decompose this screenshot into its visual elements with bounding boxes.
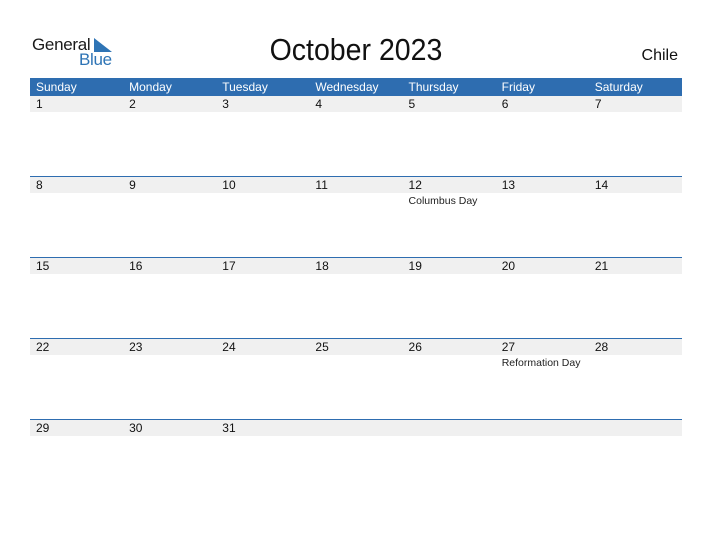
day-cell: 11 (309, 177, 402, 258)
day-number: 12 (408, 178, 422, 192)
day-cell: 30 (123, 420, 216, 501)
day-cell: 9 (123, 177, 216, 258)
day-cell: 2 (123, 96, 216, 177)
day-cell: 3 (216, 96, 309, 177)
day-cell (496, 420, 589, 501)
day-number: 8 (36, 178, 43, 192)
day-number: 26 (408, 340, 422, 354)
day-cell: 16 (123, 258, 216, 339)
day-cell: 1 (30, 96, 123, 177)
weekday-monday: Monday (129, 80, 172, 94)
day-number: 6 (501, 97, 509, 111)
day-cell (309, 420, 402, 501)
day-cell: 25 (309, 339, 402, 420)
week-row: 8 9 10 11 12 Columbus Day 13 14 (30, 176, 682, 258)
holiday-label: Reformation Day (501, 357, 581, 369)
day-cell: 19 (403, 258, 496, 339)
weekday-header: Sunday Monday Tuesday Wednesday Thursday… (30, 78, 682, 96)
day-cell: 23 (123, 339, 216, 420)
day-cell: 13 (496, 177, 589, 258)
day-number: 13 (501, 178, 516, 192)
calendar-title: October 2023 (269, 32, 443, 67)
day-number: 9 (129, 178, 136, 192)
day-cell: 17 (216, 258, 309, 339)
day-cell: 4 (309, 96, 402, 177)
day-cell: 14 (589, 177, 682, 258)
day-number: 2 (129, 97, 136, 111)
day-cell: 21 (589, 258, 682, 339)
day-number: 18 (315, 259, 329, 273)
week-row: 29 30 31 (30, 419, 682, 501)
day-cell: 7 (589, 96, 682, 177)
day-number: 4 (315, 97, 323, 111)
day-cell (589, 420, 682, 501)
day-number: 22 (36, 340, 50, 354)
weekday-saturday: Saturday (594, 80, 643, 94)
day-cell: 29 (30, 420, 123, 501)
day-cell (403, 420, 496, 501)
weekday-thursday: Thursday (408, 80, 459, 94)
day-cell: 6 (496, 96, 589, 177)
day-cell: 26 (403, 339, 496, 420)
day-number: 5 (408, 97, 416, 111)
day-number: 28 (594, 340, 609, 354)
weekday-sunday: Sunday (36, 80, 77, 94)
day-number: 24 (222, 340, 236, 354)
week-row: 1 2 3 4 5 6 7 (30, 96, 682, 177)
day-cell: 8 (30, 177, 123, 258)
holiday-label: Columbus Day (408, 195, 478, 207)
day-number: 30 (129, 421, 143, 435)
week-row: 22 23 24 25 26 27 Reformation Day 28 (30, 338, 682, 420)
week-row: 15 16 17 18 19 20 21 (30, 257, 682, 339)
day-cell: 27 Reformation Day (496, 339, 589, 420)
day-number: 21 (594, 259, 609, 273)
day-number: 10 (222, 178, 236, 192)
day-number: 23 (129, 340, 143, 354)
weekday-tuesday: Tuesday (222, 80, 268, 94)
day-cell: 31 (216, 420, 309, 501)
country-label: Chile (641, 47, 678, 64)
day-number: 16 (129, 259, 143, 273)
day-cell: 28 (589, 339, 682, 420)
day-cell: 15 (30, 258, 123, 339)
day-cell: 22 (30, 339, 123, 420)
day-cell: 10 (216, 177, 309, 258)
day-number: 25 (315, 340, 329, 354)
day-number: 17 (222, 259, 236, 273)
day-number: 27 (501, 340, 516, 354)
day-cell: 12 Columbus Day (403, 177, 496, 258)
day-number: 3 (222, 97, 229, 111)
day-cell: 5 (403, 96, 496, 177)
day-number: 19 (408, 259, 422, 273)
day-number: 29 (36, 421, 50, 435)
day-number: 1 (36, 97, 43, 111)
day-cell: 20 (496, 258, 589, 339)
day-number: 7 (594, 97, 602, 111)
weekday-wednesday: Wednesday (315, 80, 379, 94)
weekday-friday: Friday (501, 80, 535, 94)
day-number: 20 (501, 259, 516, 273)
day-number: 31 (222, 421, 236, 435)
day-number: 14 (594, 178, 609, 192)
day-number: 11 (315, 178, 328, 192)
day-cell: 18 (309, 258, 402, 339)
day-cell: 24 (216, 339, 309, 420)
day-number: 15 (36, 259, 50, 273)
